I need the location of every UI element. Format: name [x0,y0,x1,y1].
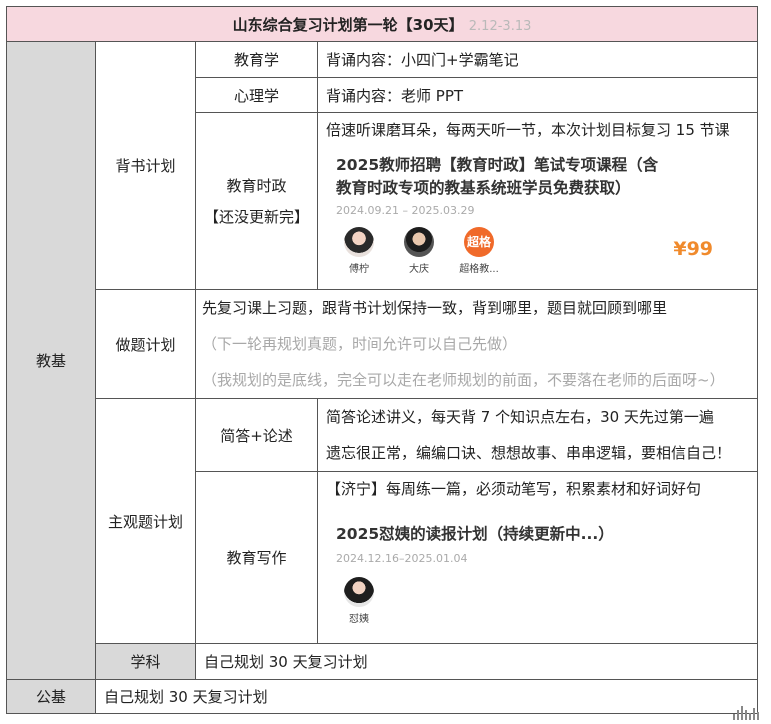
jianda-line1: 简答论述讲义，每天背 7 个知识点左右，30 天先过第一遍 [326,408,714,426]
beishu-label: 背书计划 [95,41,196,290]
jianda-label: 简答+论述 [195,398,318,472]
badge-logo: 超格 [464,227,494,257]
teacher-avatar: 大庆 [396,227,442,275]
course-card-shizheng[interactable]: 2025教师招聘【教育时政】笔试专项课程（含 教育时政专项的教基系统班学员免费获… [336,154,757,275]
shizheng-label-line2: 【还没更新完】 [203,208,309,226]
zuoti-label: 做题计划 [95,289,196,399]
title-text: 山东综合复习计划第一轮【30天】 [232,15,464,34]
audio-bars-icon [733,706,759,720]
zhuguan-label: 主观题计划 [95,398,196,644]
zuoti-line3: （我规划的是底线，完全可以走在老师规划的前面，不要落在老师的后面呀~） [202,371,725,389]
jiaoyuxue-content: 背诵内容：小四门+学霸笔记 [316,41,759,78]
gongji-plan: 自己规划 30 天复习计划 [94,679,759,714]
avatar-image [404,227,434,257]
shizheng-cell: 倍速听课磨耳朵，每两天听一节，本次计划目标复习 15 节课 2025教师招聘【教… [316,112,759,290]
xinlixue-label: 心理学 [195,77,318,113]
course-card-xiezuo[interactable]: 2025怼姨的读报计划（持续更新中...） 2024.12.16–2025.01… [336,523,757,633]
section-xueke: 学科 [95,643,196,680]
shizheng-content: 倍速听课磨耳朵，每两天听一节，本次计划目标复习 15 节课 [326,121,730,139]
teacher-name: 傅柠 [349,264,369,275]
teacher-avatar: 怼姨 [336,577,382,625]
shizheng-label-line1: 教育时政 [226,177,287,195]
section-gongji: 公基 [6,679,96,714]
course-price: ¥99 [673,238,714,260]
jiaoyuxue-label: 教育学 [195,41,318,78]
zuoti-line1: 先复习课上习题，跟背书计划保持一致，背到哪里，题目就回顾到哪里 [202,299,668,317]
teacher-name: 超格教... [459,264,499,275]
xiezuo-label: 教育写作 [195,471,318,644]
avatar-image [344,227,374,257]
jianda-line2: 遗忘很正常，编编口诀、想想故事、串串逻辑，要相信自己！ [326,444,732,462]
teacher-avatar: 傅柠 [336,227,382,275]
xiezuo-cell: 【济宁】每周练一篇，必须动笔写，积累素材和好词好句 2025怼姨的读报计划（持续… [316,471,759,644]
zuoti-line2: （下一轮再规划真题，时间允许可以自己先做） [202,335,518,353]
shizheng-label: 教育时政 【还没更新完】 [195,112,318,290]
xinlixue-content: 背诵内容：老师 PPT [316,77,759,113]
xiezuo-course-title: 2025怼姨的读报计划（持续更新中...） [336,525,614,543]
course-title-line2: 教育时政专项的教基系统班学员免费获取） [336,179,631,197]
xiezuo-content: 【济宁】每周练一篇，必须动笔写，积累素材和好词好句 [326,480,702,498]
table-title: 山东综合复习计划第一轮【30天】 2.12-3.13 [5,6,759,42]
teacher-avatar: 超格 超格教... [456,227,502,275]
course-date: 2024.09.21 – 2025.03.29 [336,204,475,217]
xiezuo-course-date: 2024.12.16–2025.01.04 [336,552,468,565]
course-title-line1: 2025教师招聘【教育时政】笔试专项课程（含 [336,156,659,174]
xiezuo-teacher-avatars: 怼姨 [336,577,757,625]
review-plan-table: 山东综合复习计划第一轮【30天】 2.12-3.13 教基 背书计划 教育学 背… [5,6,759,714]
title-date: 2.12-3.13 [468,18,532,34]
jianda-cell: 简答论述讲义，每天背 7 个知识点左右，30 天先过第一遍 遗忘很正常，编编口诀… [316,398,759,472]
section-jiaoji: 教基 [6,41,96,680]
zuoti-cell: 先复习课上习题，跟背书计划保持一致，背到哪里，题目就回顾到哪里 （下一轮再规划真… [194,289,759,399]
xueke-plan: 自己规划 30 天复习计划 [194,643,759,680]
teacher-name: 怼姨 [349,614,369,625]
teacher-name: 大庆 [409,264,429,275]
plan-table-wrapper: 山东综合复习计划第一轮【30天】 2.12-3.13 教基 背书计划 教育学 背… [5,6,759,714]
avatar-image [344,577,374,607]
